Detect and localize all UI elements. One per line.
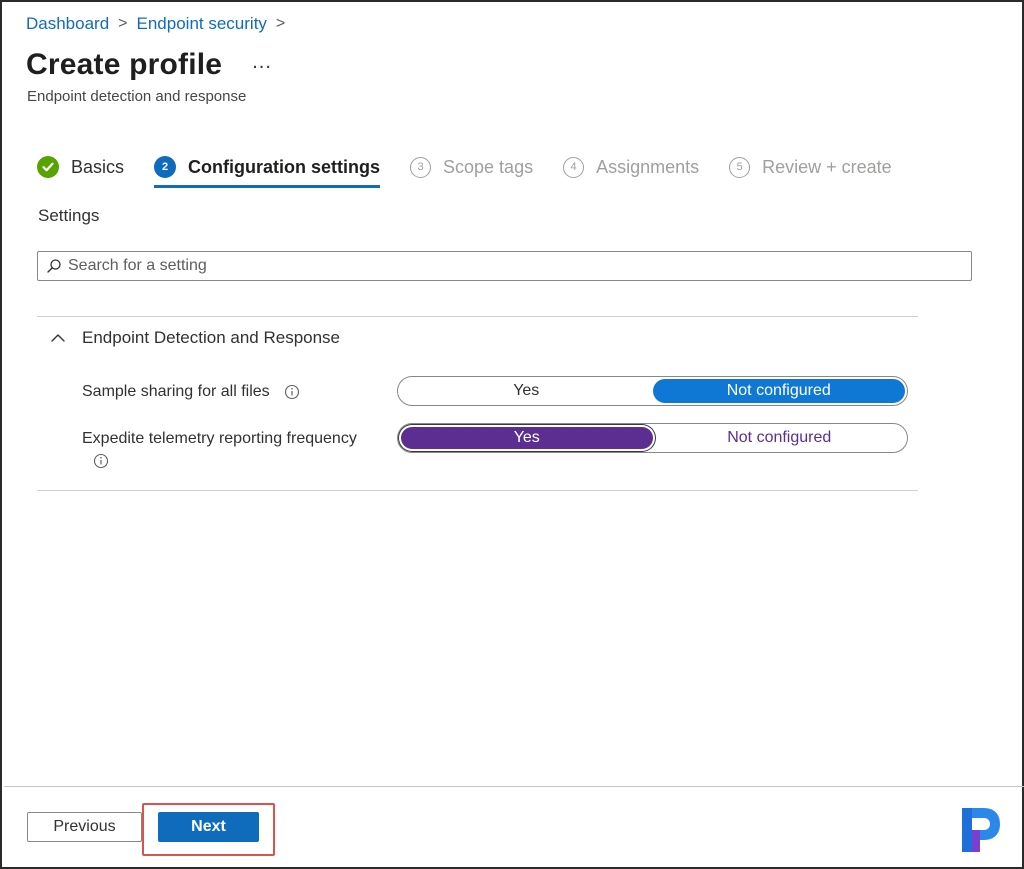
chevron-up-icon bbox=[50, 330, 66, 346]
footer-divider bbox=[4, 786, 1024, 787]
sample-sharing-toggle: Yes Not configured bbox=[397, 376, 908, 406]
option-yes[interactable]: Yes bbox=[400, 379, 653, 403]
page-title: Create profile bbox=[26, 48, 223, 81]
brand-logo-icon bbox=[958, 805, 1004, 855]
step-label: Scope tags bbox=[443, 156, 534, 177]
step-label: Configuration settings bbox=[188, 156, 381, 177]
divider bbox=[37, 490, 918, 491]
breadcrumb: Dashboard > Endpoint security > bbox=[26, 14, 294, 34]
page-subtitle: Endpoint detection and response bbox=[27, 88, 247, 105]
breadcrumb-dashboard[interactable]: Dashboard bbox=[26, 14, 109, 34]
info-icon[interactable] bbox=[284, 384, 300, 400]
setting-label: Expedite telemetry reporting frequency bbox=[82, 430, 357, 447]
breadcrumb-endpoint-security[interactable]: Endpoint security bbox=[137, 14, 267, 34]
divider bbox=[37, 316, 918, 317]
search-input[interactable] bbox=[68, 257, 971, 275]
setting-label: Sample sharing for all files bbox=[82, 383, 270, 400]
setting-name-wrap: Sample sharing for all files bbox=[82, 383, 300, 401]
step-basics[interactable]: Basics bbox=[37, 152, 124, 182]
section-title: Endpoint Detection and Response bbox=[82, 328, 341, 347]
wizard-steps: Basics 2 Configuration settings 3 Scope … bbox=[37, 152, 922, 188]
step-label: Basics bbox=[71, 156, 125, 177]
step-label: Review + create bbox=[762, 156, 892, 177]
search-box[interactable] bbox=[37, 251, 972, 281]
option-yes[interactable]: Yes bbox=[401, 427, 653, 449]
setting-expedite-telemetry: Expedite telemetry reporting frequency bbox=[82, 430, 357, 474]
chevron-right-icon: > bbox=[118, 15, 128, 32]
settings-heading: Settings bbox=[38, 206, 100, 225]
title-row: Create profile ... bbox=[26, 48, 272, 82]
option-not-configured[interactable]: Not configured bbox=[654, 426, 906, 450]
step-label: Assignments bbox=[596, 156, 700, 177]
section-endpoint-detection-response[interactable]: Endpoint Detection and Response bbox=[50, 328, 340, 348]
step-number: 2 bbox=[154, 156, 177, 178]
setting-sample-sharing: Sample sharing for all files bbox=[82, 383, 300, 401]
expedite-telemetry-toggle: Yes Not configured bbox=[397, 423, 908, 453]
checkmark-icon bbox=[37, 156, 59, 178]
step-number: 4 bbox=[563, 156, 585, 178]
step-review-create[interactable]: 5 Review + create bbox=[729, 152, 892, 182]
step-number: 3 bbox=[410, 156, 432, 178]
more-options-button[interactable]: ... bbox=[252, 51, 272, 74]
step-configuration-settings[interactable]: 2 Configuration settings bbox=[154, 152, 381, 188]
chevron-right-icon: > bbox=[275, 15, 286, 32]
previous-button[interactable]: Previous bbox=[27, 812, 142, 842]
info-icon[interactable] bbox=[93, 453, 109, 469]
search-icon bbox=[46, 258, 62, 274]
step-number: 5 bbox=[729, 156, 751, 178]
option-not-configured[interactable]: Not configured bbox=[652, 379, 905, 403]
step-assignments[interactable]: 4 Assignments bbox=[563, 152, 699, 182]
window-frame: Dashboard > Endpoint security > Create p… bbox=[0, 0, 1024, 869]
next-button[interactable]: Next bbox=[158, 812, 259, 842]
step-scope-tags[interactable]: 3 Scope tags bbox=[410, 152, 533, 182]
